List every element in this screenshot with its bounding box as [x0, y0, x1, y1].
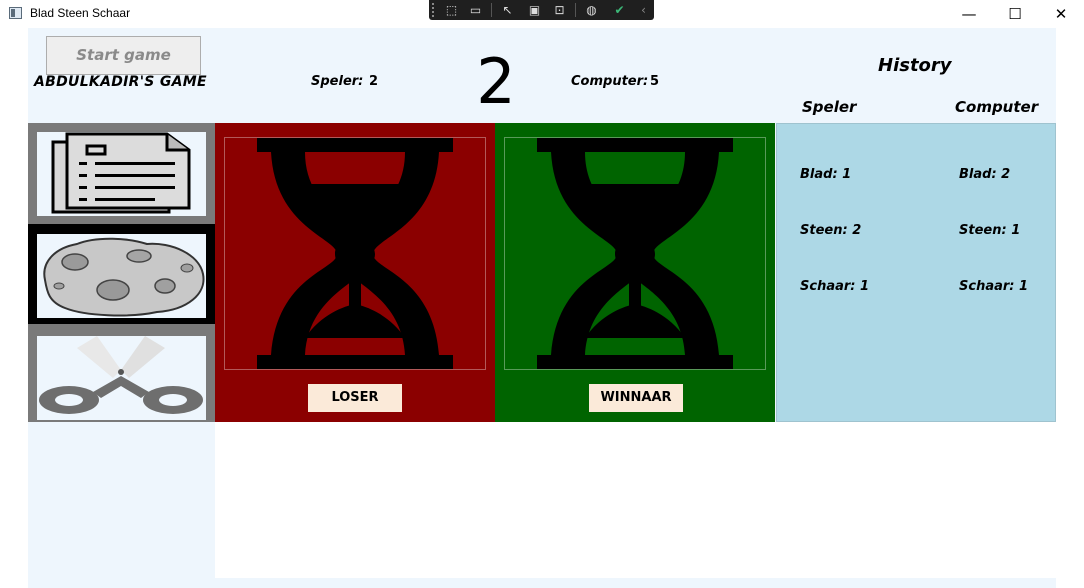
- computer-result-frame: [504, 137, 766, 370]
- camera-icon[interactable]: ▭: [467, 2, 484, 18]
- player-score-label: Speler:: [311, 74, 364, 89]
- adorner-icon[interactable]: ▣: [526, 2, 543, 18]
- computer-score-label: Computer:: [571, 74, 649, 89]
- computer-score-value: 5: [650, 74, 660, 89]
- app-icon: [9, 7, 22, 19]
- player-score-value: 2: [369, 74, 379, 89]
- select-element-icon[interactable]: ⬚: [443, 2, 460, 18]
- choice-column: [28, 123, 215, 422]
- maximize-button[interactable]: ☐: [992, 2, 1038, 26]
- empty-content-area: [215, 422, 1056, 578]
- history-player-blad: Blad: 1: [800, 167, 852, 182]
- close-button[interactable]: ✕: [1038, 2, 1084, 26]
- history-player-schaar: Schaar: 1: [800, 279, 870, 294]
- history-title: History: [878, 55, 952, 76]
- scissors-icon: [37, 336, 206, 420]
- grip-icon: [432, 3, 436, 17]
- player-result-frame: [224, 137, 486, 370]
- rock-icon: [37, 234, 206, 318]
- choice-scissors[interactable]: [28, 325, 215, 425]
- computer-result-panel: WINNAAR: [495, 123, 775, 422]
- loser-label: LOSER: [308, 384, 402, 412]
- window-title: Blad Steen Schaar: [30, 6, 131, 20]
- paper-icon: [37, 132, 206, 216]
- toolbar-divider: [491, 3, 492, 17]
- history-panel: Blad: 1 Steen: 2 Schaar: 1 Blad: 2 Steen…: [776, 123, 1056, 422]
- game-title: ABDULKADIR'S GAME: [34, 74, 207, 90]
- countdown-timer: 2: [476, 45, 516, 118]
- choice-rock[interactable]: [28, 224, 215, 324]
- track-focus-icon[interactable]: ⊡: [551, 2, 568, 18]
- history-col-computer: Computer: [955, 98, 1039, 116]
- hourglass-icon: [257, 138, 453, 369]
- devtools-toolbar: ⬚ ▭ ↖ ▣ ⊡ ◍ ✔ ‹: [429, 0, 654, 20]
- player-result-panel: LOSER: [215, 123, 495, 422]
- history-col-player: Speler: [802, 98, 857, 116]
- toolbar-divider: [575, 3, 576, 17]
- pointer-icon[interactable]: ↖: [499, 2, 516, 18]
- winner-label: WINNAAR: [589, 384, 683, 412]
- collapse-icon[interactable]: ‹: [635, 2, 652, 18]
- title-bar: Blad Steen Schaar ⬚ ▭ ↖ ▣ ⊡ ◍ ✔ ‹ — ☐ ✕: [0, 0, 1084, 28]
- choice-paper[interactable]: [28, 123, 215, 223]
- hourglass-icon: [537, 138, 733, 369]
- history-computer-schaar: Schaar: 1: [959, 279, 1029, 294]
- history-player-steen: Steen: 2: [800, 223, 862, 238]
- check-icon[interactable]: ✔: [611, 2, 628, 18]
- history-computer-blad: Blad: 2: [959, 167, 1011, 182]
- hot-reload-icon[interactable]: ◍: [583, 2, 600, 18]
- start-game-button[interactable]: Start game: [46, 36, 201, 75]
- minimize-button[interactable]: —: [946, 2, 992, 26]
- history-computer-steen: Steen: 1: [959, 223, 1021, 238]
